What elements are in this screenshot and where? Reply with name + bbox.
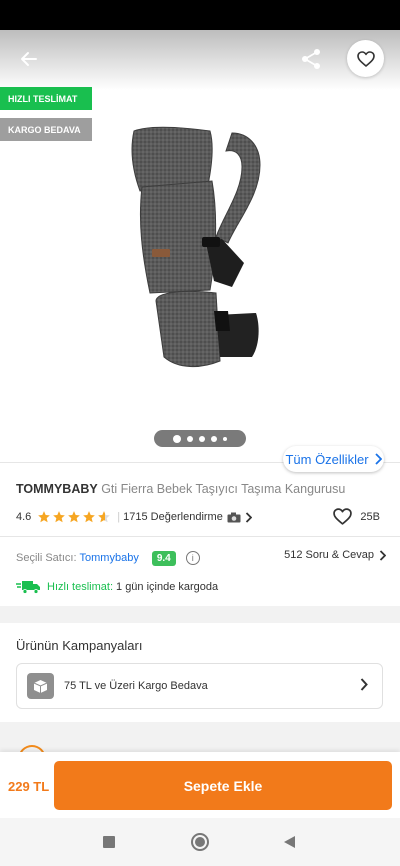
- star-icon: [53, 511, 66, 523]
- product-brand[interactable]: TOMMYBABY: [16, 482, 98, 496]
- bottom-action-bar: 229 TL Sepete Ekle: [0, 752, 400, 818]
- box-icon: [27, 673, 54, 699]
- seller-name-link[interactable]: Tommybaby: [80, 552, 139, 564]
- delivery-text: 1 gün içinde kargoda: [116, 581, 219, 593]
- like-count[interactable]: 25B: [333, 508, 380, 525]
- gallery-dot[interactable]: [173, 434, 181, 443]
- recent-apps-icon[interactable]: [103, 836, 115, 848]
- product-image[interactable]: [120, 125, 280, 370]
- section-divider: [0, 722, 400, 752]
- chevron-right-icon: [374, 453, 382, 465]
- heart-icon: [356, 50, 375, 67]
- like-count-value: 25B: [360, 510, 380, 523]
- gallery-dot[interactable]: [187, 435, 193, 442]
- truck-icon: [16, 581, 40, 594]
- gallery-dot[interactable]: [211, 435, 217, 442]
- seller-label: Seçili Satıcı:: [16, 552, 77, 564]
- rating-row: 4.6 | 1715 Değerlendirme 25B: [16, 508, 386, 526]
- heart-icon: [333, 508, 353, 525]
- back-triangle-icon[interactable]: [283, 835, 296, 849]
- status-bar: [0, 0, 400, 30]
- product-name: Gti Fierra Bebek Taşıyıcı Taşıma Kanguru…: [101, 482, 346, 496]
- add-to-cart-button[interactable]: Sepete Ekle: [54, 761, 392, 810]
- system-nav-bar: [0, 818, 400, 866]
- all-features-button[interactable]: Tüm Özellikler: [283, 446, 384, 472]
- delivery-label: Hızlı teslimat:: [47, 581, 114, 593]
- all-features-label: Tüm Özellikler: [285, 451, 369, 467]
- campaign-item[interactable]: 75 TL ve Üzeri Kargo Bedava: [16, 663, 383, 709]
- header-shade: [0, 30, 400, 90]
- product-title: TOMMYBABY Gti Fierra Bebek Taşıyıcı Taşı…: [16, 481, 386, 497]
- seller-score-badge: 9.4: [151, 550, 176, 566]
- camera-icon: [227, 512, 241, 522]
- favorite-button[interactable]: [347, 40, 384, 77]
- share-button[interactable]: [296, 44, 326, 74]
- qa-label: 512 Soru & Cevap: [284, 549, 374, 561]
- rating-value: 4.6: [16, 511, 32, 523]
- gallery-pagination[interactable]: [154, 430, 246, 447]
- arrow-left-icon: [21, 52, 37, 66]
- campaign-label: 75 TL ve Üzeri Kargo Bedava: [64, 680, 208, 692]
- gallery-dot[interactable]: [199, 435, 205, 442]
- seller-row: Seçili Satıcı: Tommybaby 9.4 i 512 Soru …: [16, 549, 386, 567]
- gallery-dot[interactable]: [223, 436, 227, 441]
- home-icon[interactable]: [191, 833, 209, 851]
- questions-answers-link[interactable]: 512 Soru & Cevap: [284, 549, 386, 561]
- star-icon: [98, 511, 111, 523]
- separator: |: [117, 511, 121, 523]
- back-button[interactable]: [14, 44, 44, 74]
- share-icon: [302, 49, 320, 69]
- campaigns-title: Ürünün Kampanyaları: [16, 638, 143, 653]
- fast-delivery-badge: HIZLI TESLİMAT: [0, 87, 92, 110]
- reviews-link[interactable]: 1715 Değerlendirme: [123, 511, 252, 523]
- chevron-right-icon: [245, 511, 252, 523]
- chevron-right-icon: [360, 678, 368, 691]
- star-icon: [68, 511, 81, 523]
- product-price: 229 TL: [8, 779, 50, 794]
- divider: [0, 536, 400, 537]
- free-cargo-badge: KARGO BEDAVA: [0, 118, 92, 141]
- section-divider: [0, 606, 400, 623]
- star-icon: [38, 511, 51, 523]
- rating-stars: [37, 510, 111, 524]
- chevron-right-icon: [379, 549, 386, 561]
- info-icon[interactable]: i: [185, 551, 200, 565]
- product-gallery[interactable]: HIZLI TESLİMAT KARGO BEDAVA: [0, 30, 400, 460]
- delivery-row: Hızlı teslimat: 1 gün içinde kargoda: [16, 579, 218, 595]
- star-icon: [83, 511, 96, 523]
- reviews-label: 1715 Değerlendirme: [123, 511, 223, 523]
